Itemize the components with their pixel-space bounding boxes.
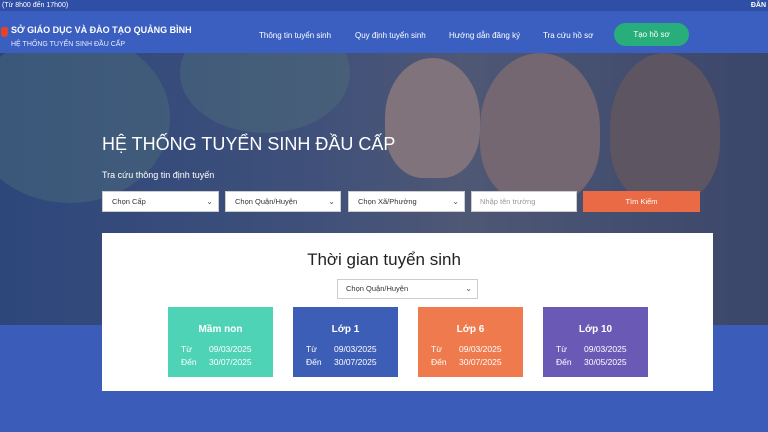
ward-select-value: Chọn Xã/Phường (358, 197, 417, 206)
chevron-down-icon: ⌄ (328, 197, 335, 206)
card-grade-10[interactable]: Lớp 10 Từ 09/03/2025 Đến 30/05/2025 (543, 307, 648, 377)
organization-name[interactable]: SỞ GIÁO DỤC VÀ ĐÀO TẠO QUẢNG BÌNH (11, 25, 192, 35)
level-select-value: Chọn Cấp (112, 197, 146, 206)
to-date: 30/05/2025 (584, 357, 627, 367)
from-date: 09/03/2025 (459, 344, 502, 354)
school-search-placeholder: Nhập tên trường (480, 197, 536, 206)
hero-subtitle: Tra cứu thông tin định tuyến (102, 170, 215, 180)
from-date: 09/03/2025 (209, 344, 252, 354)
to-date: 30/07/2025 (209, 357, 252, 367)
from-date: 09/03/2025 (334, 344, 377, 354)
schedule-district-select[interactable]: Chọn Quận/Huyện ⌄ (337, 279, 478, 299)
to-label: Đến (181, 357, 197, 367)
chevron-down-icon: ⌄ (206, 197, 213, 206)
card-title: Lớp 6 (456, 324, 485, 335)
top-info-bar: (Từ 8h00 đến 17h00) ĐĂN (0, 0, 768, 11)
create-profile-button[interactable]: Tạo hồ sơ (614, 23, 689, 46)
school-search-input[interactable]: Nhập tên trường (471, 191, 577, 212)
level-select[interactable]: Chọn Cấp ⌄ (102, 191, 219, 212)
from-label: Từ (431, 344, 442, 354)
schedule-title: Thời gian tuyển sinh (307, 250, 461, 269)
card-title: Lớp 1 (331, 324, 360, 335)
district-select[interactable]: Chọn Quận/Huyện ⌄ (225, 191, 341, 212)
to-date: 30/07/2025 (459, 357, 502, 367)
logo-icon[interactable] (1, 27, 8, 37)
card-grade-6[interactable]: Lớp 6 Từ 09/03/2025 Đến 30/07/2025 (418, 307, 523, 377)
to-label: Đến (431, 357, 447, 367)
from-label: Từ (556, 344, 567, 354)
card-preschool[interactable]: Mầm non Từ 09/03/2025 Đến 30/07/2025 (168, 307, 273, 377)
to-label: Đến (306, 357, 322, 367)
schedule-district-value: Chọn Quận/Huyện (346, 284, 409, 293)
chevron-down-icon: ⌄ (452, 197, 459, 206)
from-label: Từ (181, 344, 192, 354)
chevron-down-icon: ⌄ (465, 284, 472, 293)
card-grade-1[interactable]: Lớp 1 Từ 09/03/2025 Đến 30/07/2025 (293, 307, 398, 377)
login-link[interactable]: ĐĂN (751, 0, 766, 11)
working-hours: (Từ 8h00 đến 17h00) (2, 2, 69, 9)
from-label: Từ (306, 344, 317, 354)
to-label: Đến (556, 357, 572, 367)
nav-admission-info[interactable]: Thông tin tuyển sinh (259, 31, 331, 40)
nav-admission-rules[interactable]: Quy định tuyển sinh (355, 31, 426, 40)
card-title: Lớp 10 (578, 324, 613, 335)
card-title: Mầm non (198, 324, 243, 335)
nav-lookup-records[interactable]: Tra cứu hồ sơ (543, 31, 593, 40)
district-select-value: Chọn Quận/Huyện (235, 197, 298, 206)
hero-title: HỆ THỐNG TUYỂN SINH ĐẦU CẤP (102, 134, 396, 154)
to-date: 30/07/2025 (334, 357, 377, 367)
from-date: 09/03/2025 (584, 344, 627, 354)
nav-registration-guide[interactable]: Hướng dẫn đăng ký (449, 31, 520, 40)
system-subtitle: HỆ THỐNG TUYỂN SINH ĐẦU CẤP (11, 41, 126, 48)
search-button[interactable]: Tìm Kiếm (583, 191, 700, 212)
ward-select[interactable]: Chọn Xã/Phường ⌄ (348, 191, 465, 212)
